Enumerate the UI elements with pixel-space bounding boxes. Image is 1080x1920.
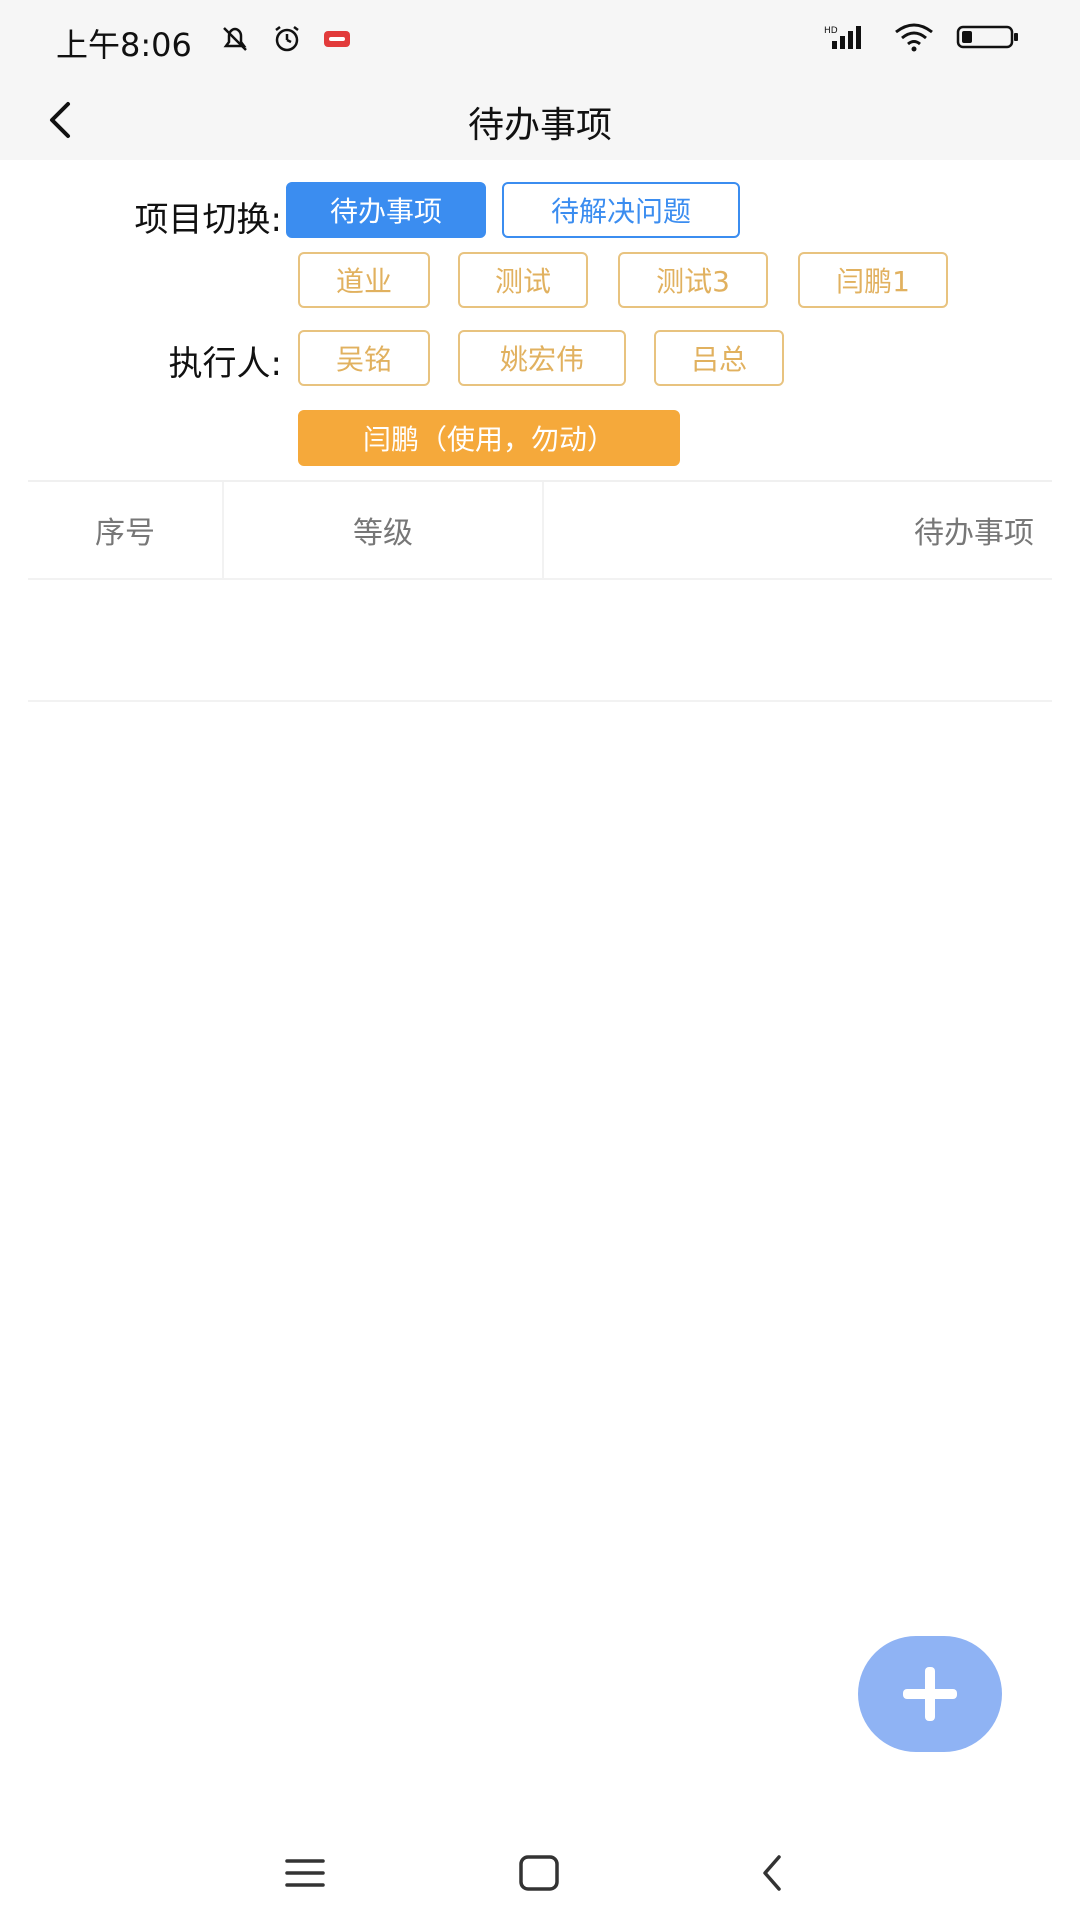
executor-chip-lvzong[interactable]: 吕总: [654, 330, 784, 386]
home-icon: [519, 1855, 559, 1891]
wifi-icon: [892, 22, 936, 56]
svg-text:HD: HD: [824, 26, 838, 36]
app-badge-icon: [322, 27, 352, 55]
nav-home-button[interactable]: [504, 1838, 574, 1908]
alarm-icon: [270, 22, 304, 60]
menu-icon: [285, 1859, 325, 1887]
executor-chip-yanpeng[interactable]: 闫鹏（使用，勿动）: [298, 410, 680, 466]
back-icon: [763, 1855, 781, 1891]
project-label: 项目切换:: [134, 200, 282, 240]
signal-icon: HD: [824, 23, 872, 55]
project-chip-todo[interactable]: 待办事项: [286, 182, 486, 238]
page-title: 待办事项: [467, 105, 612, 146]
column-header-index: 序号: [28, 482, 224, 578]
add-button[interactable]: [858, 1636, 1002, 1752]
plus-icon: [903, 1667, 957, 1721]
status-time: 上午8:06: [56, 26, 192, 64]
column-header-todo: 待办事项: [914, 516, 1034, 551]
executor-chip-wuming[interactable]: 吴铭: [298, 330, 430, 386]
project-chip-test3[interactable]: 测试3: [618, 252, 768, 308]
table-header: 序号 等级 待办事项: [28, 482, 1052, 580]
battery-icon: [956, 23, 1020, 55]
system-nav-bar: [0, 1820, 1080, 1920]
project-chip-test[interactable]: 测试: [458, 252, 588, 308]
status-icons-left: [218, 22, 352, 60]
status-icons-right: HD: [824, 22, 1020, 56]
table-body-empty: [28, 580, 1052, 702]
project-chip-pending-issues[interactable]: 待解决问题: [502, 182, 740, 238]
column-header-level: 等级: [224, 482, 544, 578]
executor-label: 执行人:: [168, 344, 282, 384]
status-bar: 上午8:06 HD: [0, 0, 1080, 80]
project-chip-daoye[interactable]: 道业: [298, 252, 430, 308]
nav-back-button[interactable]: [738, 1838, 808, 1908]
notifications-off-icon: [218, 22, 252, 60]
executor-chip-yaohongwei[interactable]: 姚宏伟: [458, 330, 626, 386]
nav-menu-button[interactable]: [270, 1838, 340, 1908]
app-header: 待办事项: [0, 80, 1080, 160]
todo-table: 序号 等级 待办事项: [28, 480, 1052, 702]
project-chip-yanpeng1[interactable]: 闫鹏1: [798, 252, 948, 308]
